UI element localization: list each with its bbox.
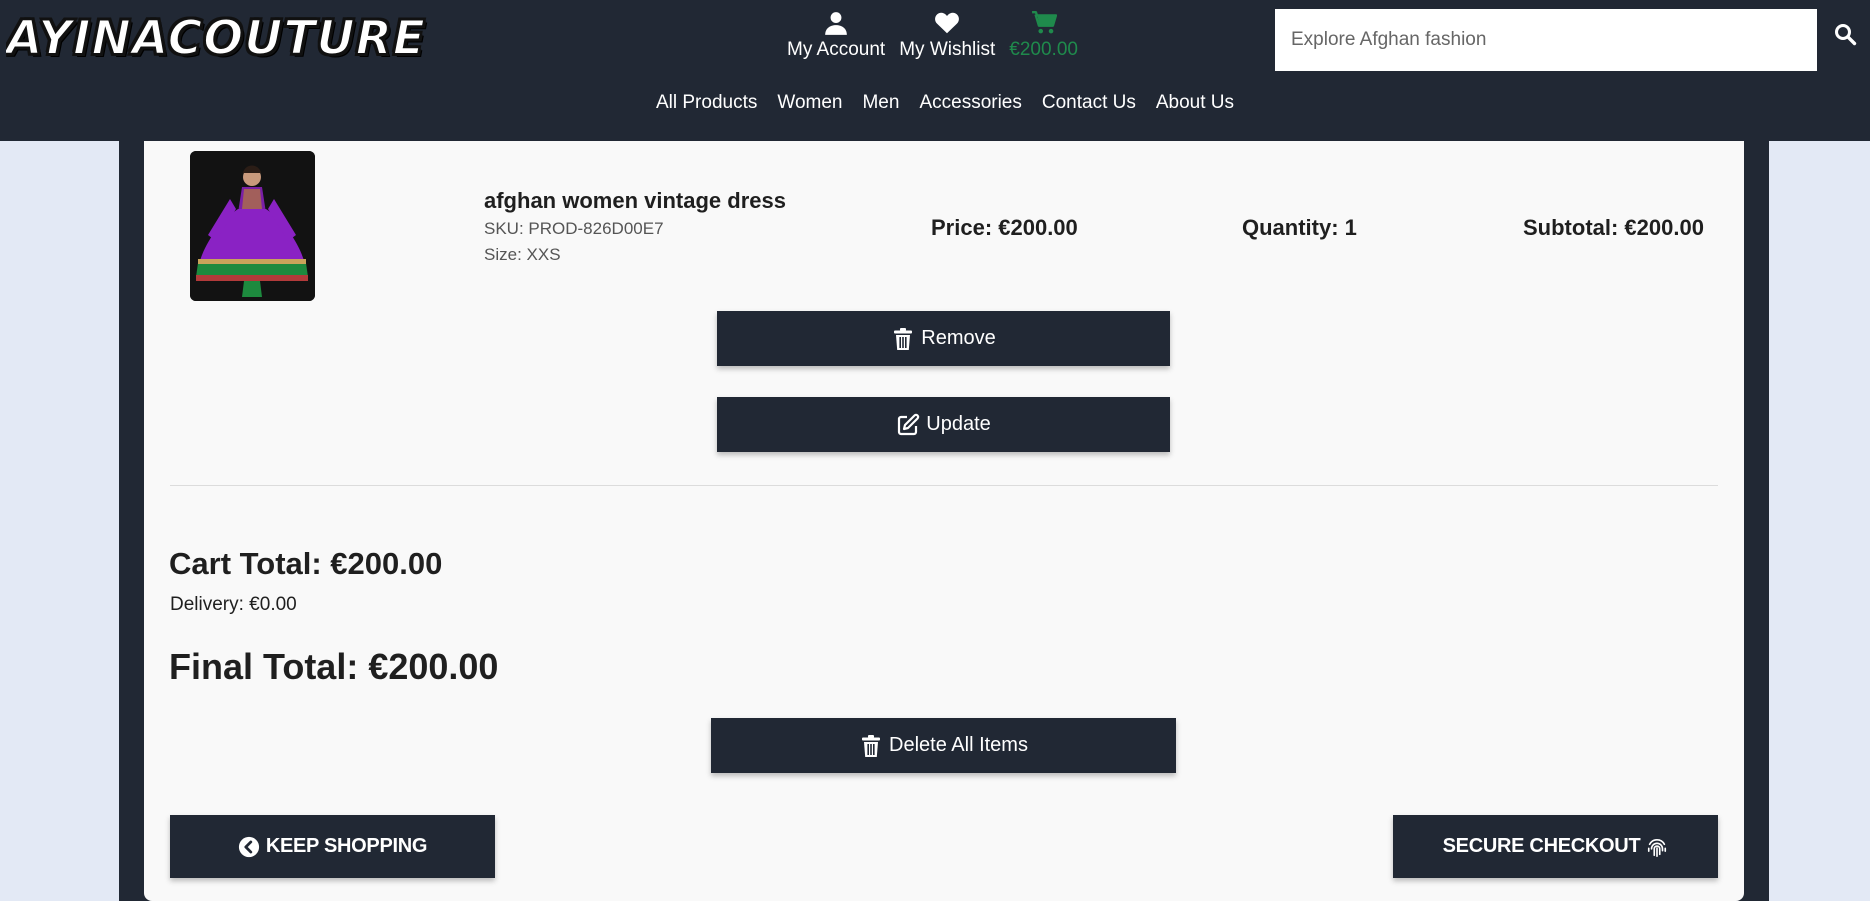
update-button[interactable]: Update bbox=[717, 397, 1170, 452]
site-logo[interactable]: AYINACOUTURE bbox=[6, 10, 436, 68]
nav-all-products[interactable]: All Products bbox=[646, 92, 767, 114]
final-total: Final Total: €200.00 bbox=[169, 646, 499, 687]
divider bbox=[170, 485, 1718, 486]
secure-checkout-label: SECURE CHECKOUT bbox=[1442, 835, 1641, 857]
trash-icon bbox=[862, 734, 881, 757]
user-icon bbox=[825, 12, 847, 35]
keep-shopping-button[interactable]: KEEP SHOPPING bbox=[170, 815, 495, 878]
site-header: AYINACOUTURE My Account My Wishlist €200… bbox=[0, 0, 1870, 141]
bag-total: €200.00 bbox=[1009, 39, 1078, 60]
trash-icon bbox=[894, 327, 913, 350]
shopping-bag-link[interactable]: €200.00 bbox=[1002, 10, 1085, 70]
shopping-cart-icon bbox=[1031, 10, 1057, 34]
product-subtotal: Subtotal: €200.00 bbox=[1523, 215, 1704, 240]
product-price: Price: €200.00 bbox=[931, 215, 1078, 240]
search-button[interactable] bbox=[1828, 18, 1862, 52]
search-icon bbox=[1835, 23, 1857, 45]
nav-contact-us[interactable]: Contact Us bbox=[1032, 92, 1146, 114]
my-wishlist-label: My Wishlist bbox=[899, 39, 996, 60]
delivery-cost: Delivery: €0.00 bbox=[170, 594, 297, 615]
update-label: Update bbox=[926, 413, 991, 435]
product-image[interactable] bbox=[190, 151, 315, 301]
nav-about-us[interactable]: About Us bbox=[1146, 92, 1244, 114]
my-wishlist-link[interactable]: My Wishlist bbox=[892, 10, 1002, 70]
remove-label: Remove bbox=[921, 327, 996, 349]
remove-button[interactable]: Remove bbox=[717, 311, 1170, 366]
account-links: My Account My Wishlist €200.00 bbox=[780, 10, 1085, 70]
product-name[interactable]: afghan women vintage dress bbox=[484, 188, 786, 214]
nav-accessories[interactable]: Accessories bbox=[909, 92, 1031, 114]
my-account-link[interactable]: My Account bbox=[780, 10, 892, 70]
chevron-left-circle-icon bbox=[238, 836, 259, 857]
nav-women[interactable]: Women bbox=[767, 92, 852, 114]
product-quantity: Quantity: 1 bbox=[1242, 215, 1357, 240]
fingerprint-icon bbox=[1648, 838, 1667, 857]
secure-checkout-button[interactable]: SECURE CHECKOUT bbox=[1393, 815, 1718, 878]
keep-shopping-label: KEEP SHOPPING bbox=[265, 835, 428, 857]
product-size: Size: XXS bbox=[484, 245, 561, 264]
cart-total: Cart Total: €200.00 bbox=[169, 546, 443, 581]
main-nav: All Products Women Men Accessories Conta… bbox=[0, 92, 1870, 114]
dress-image bbox=[190, 151, 315, 301]
edit-icon bbox=[898, 413, 920, 435]
heart-icon bbox=[935, 12, 960, 34]
delete-all-button[interactable]: Delete All Items bbox=[711, 718, 1176, 773]
nav-men[interactable]: Men bbox=[852, 92, 909, 114]
delete-all-label: Delete All Items bbox=[889, 734, 1028, 756]
cart-card bbox=[144, 141, 1744, 901]
my-account-label: My Account bbox=[787, 39, 886, 60]
search-input[interactable] bbox=[1275, 9, 1817, 71]
product-sku: SKU: PROD-826D00E7 bbox=[484, 219, 664, 238]
